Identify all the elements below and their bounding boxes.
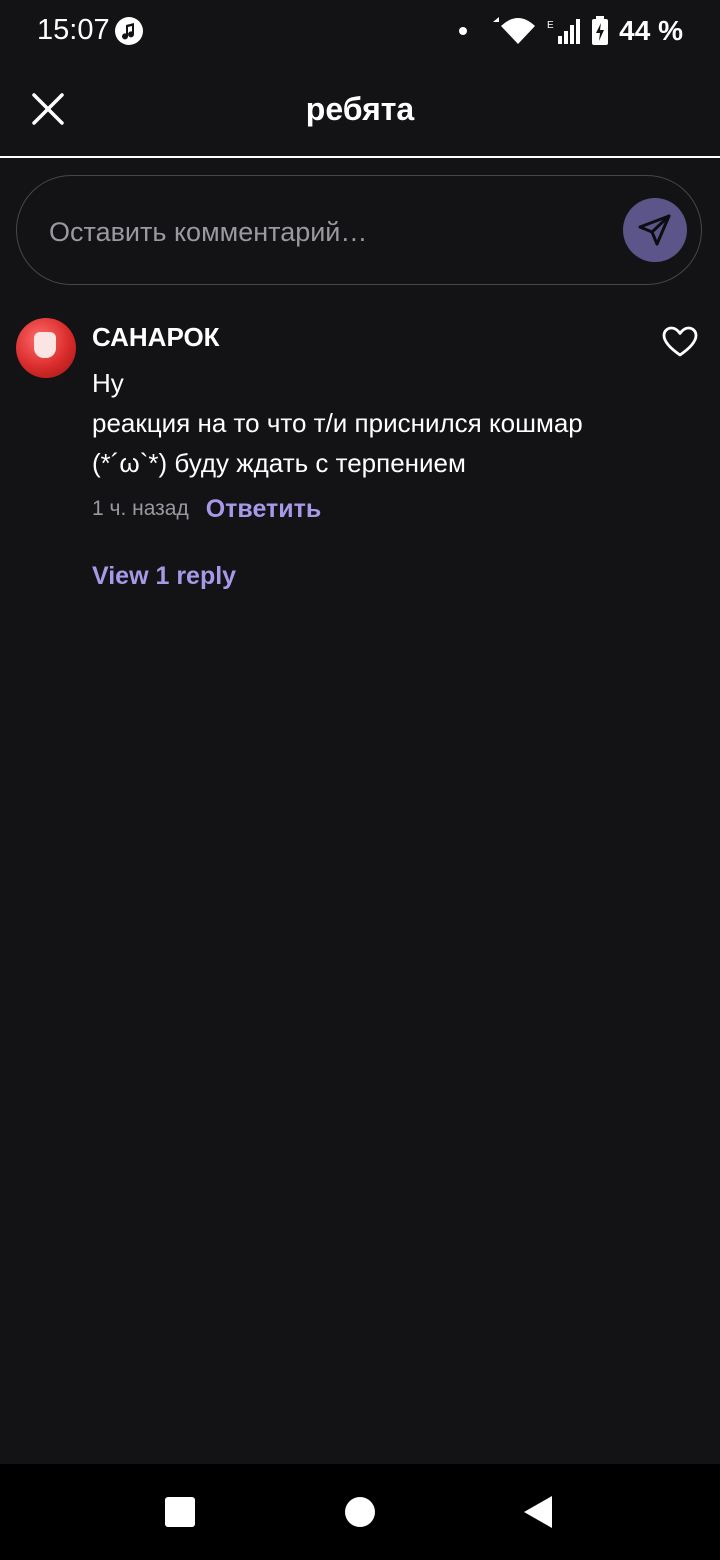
heart-icon	[662, 326, 698, 357]
comment-line: реакция на то что т/и приснился кошмар	[92, 408, 583, 438]
status-icons: E 44 %	[459, 14, 683, 48]
status-time: 15:07	[37, 14, 110, 46]
comment-composer	[16, 175, 702, 285]
back-icon[interactable]	[522, 1494, 554, 1530]
close-button[interactable]	[26, 87, 70, 131]
comment-input[interactable]	[47, 204, 611, 260]
send-icon	[638, 214, 671, 246]
top-bar: ребята	[0, 62, 720, 158]
send-button[interactable]	[623, 198, 687, 262]
comment-line: Ну	[92, 368, 124, 398]
music-icon	[115, 17, 143, 45]
home-icon[interactable]	[345, 1497, 375, 1527]
page-title: ребята	[305, 90, 415, 127]
like-button[interactable]	[662, 326, 698, 358]
avatar[interactable]	[16, 318, 76, 378]
comment-username[interactable]: САНАРОК	[92, 322, 220, 353]
svg-text:E: E	[547, 20, 554, 31]
close-icon	[32, 93, 64, 125]
recent-apps-icon[interactable]	[165, 1497, 195, 1527]
reply-button[interactable]: Ответить	[206, 495, 322, 524]
comment-body: Ну реакция на то что т/и приснился кошма…	[92, 363, 652, 483]
view-replies-link[interactable]: View 1 reply	[92, 562, 236, 591]
signal-icon: E	[547, 19, 581, 44]
comment-timestamp: 1 ч. назад	[92, 497, 189, 520]
comment-line: (*´ω`*) буду ждать с терпением	[92, 448, 466, 478]
battery-percentage: 44 %	[619, 15, 683, 46]
wifi-icon	[493, 17, 536, 44]
notification-dot-icon	[459, 27, 468, 35]
comment-meta: 1 ч. назад Ответить	[92, 492, 321, 526]
battery-charging-icon	[592, 16, 609, 45]
avatar-image	[34, 332, 56, 358]
status-bar: 15:07 E 44 %	[0, 0, 720, 62]
